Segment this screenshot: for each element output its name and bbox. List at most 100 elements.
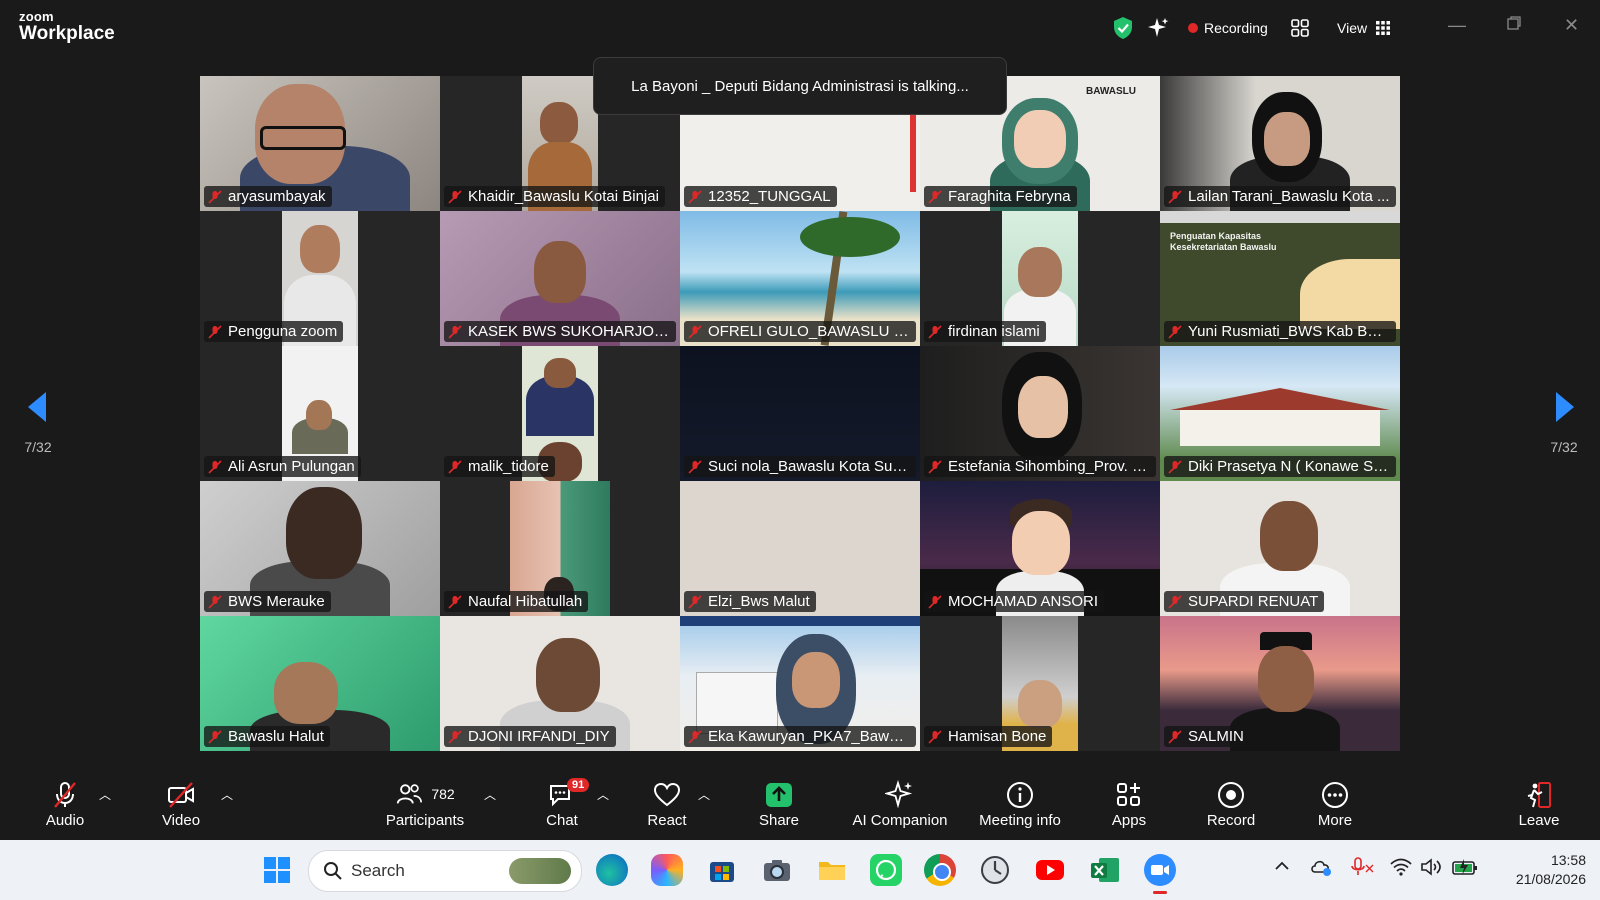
muted-mic-icon [928,459,942,474]
copilot-icon[interactable] [651,854,683,886]
participant-tile[interactable]: firdinan islami [920,211,1160,346]
file-explorer-icon[interactable] [816,854,848,886]
close-icon[interactable]: ✕ [1564,15,1579,36]
participant-tile[interactable]: Lailan Tarani_Bawaslu Kota ... [1160,76,1400,211]
view-button[interactable]: View [1337,14,1391,42]
taskbar-clock[interactable]: 13:58 21/08/2026 [1490,851,1586,889]
muted-mic-icon [688,594,702,609]
zoom-app-icon[interactable] [1144,854,1176,886]
microsoft-store-icon[interactable] [706,854,738,886]
chat-unread-badge: 91 [567,778,590,792]
participant-name: aryasumbayak [228,188,326,205]
edge-browser-icon[interactable] [596,854,628,886]
camera-icon[interactable] [761,854,793,886]
participant-tile[interactable]: Naufal Hibatullah [440,481,680,616]
muted-mic-icon [1168,324,1182,339]
restore-icon[interactable] [1506,15,1522,36]
participant-tile[interactable]: SUPARDI RENUAT [1160,481,1400,616]
active-speaker-notice: La Bayoni _ Deputi Bidang Administrasi i… [593,57,1007,115]
participant-tile[interactable]: DJONI IRFANDI_DIY [440,616,680,751]
next-page-button[interactable]: 7/32 [1544,390,1584,455]
info-icon [1007,781,1033,808]
microphone-in-use-icon[interactable] [1350,857,1374,880]
muted-mic-icon [688,729,702,744]
chat-options-chevron-icon[interactable]: ︿ [597,786,609,803]
react-button[interactable]: React [644,768,690,840]
record-button[interactable]: Record [1204,768,1258,840]
participant-tile[interactable]: BWS Merauke [200,481,440,616]
muted-mic-icon [1168,189,1182,204]
participant-name: SALMIN [1188,728,1244,745]
video-button[interactable]: Video [156,768,206,840]
participant-tile[interactable]: Pengguna zoom [200,211,440,346]
participants-options-chevron-icon[interactable]: ︿ [484,786,496,803]
muted-mic-icon [208,324,222,339]
participant-name: Estefania Sihombing_Prov. S... [948,458,1150,475]
whatsapp-icon[interactable] [870,854,902,886]
share-button[interactable]: Share [754,768,804,840]
prev-page-button[interactable]: 7/32 [18,390,58,455]
participant-tile[interactable]: Diki Prasetya N ( Konawe Se... [1160,346,1400,481]
more-button[interactable]: More [1310,768,1360,840]
windows-start-icon[interactable] [261,854,293,886]
participant-tile[interactable]: Penguatan Kapasitas Kesekretariatan Bawa… [1160,211,1400,346]
search-highlight-image [509,858,571,884]
arrow-left-icon [28,392,46,422]
participant-tile[interactable]: KASEK BWS SUKOHARJO J... [440,211,680,346]
muted-mic-icon [928,729,942,744]
participants-button[interactable]: 782 Participants [380,768,470,840]
meeting-info-button[interactable]: Meeting info [972,768,1068,840]
ai-companion-button[interactable]: AI Companion [852,768,948,840]
participant-tile[interactable]: Bawaslu Halut [200,616,440,751]
participant-name: Eka Kawuryan_PKA7_Bawasl... [708,728,910,745]
search-icon [324,862,342,880]
participant-gallery: aryasumbayak Khaidir_Bawaslu Kotai Binja… [200,76,1400,751]
youtube-icon[interactable] [1034,854,1066,886]
audio-options-chevron-icon[interactable]: ︿ [99,786,111,803]
muted-mic-icon [1168,594,1182,609]
leave-icon [1527,781,1551,808]
clock-app-icon[interactable] [979,854,1011,886]
arrow-right-icon [1556,392,1574,422]
participant-name: BWS Merauke [228,593,325,610]
muted-mic-icon [448,459,462,474]
chrome-icon[interactable] [924,854,956,886]
participant-tile[interactable]: MOCHAMAD ANSORI [920,481,1160,616]
title-bar: zoom Workplace Recording View — ✕ [0,0,1600,56]
active-app-indicator [1153,891,1167,894]
participant-tile[interactable]: Eka Kawuryan_PKA7_Bawasl... [680,616,920,751]
battery-charging-icon[interactable] [1452,857,1478,880]
volume-icon[interactable] [1420,857,1442,880]
wifi-icon[interactable] [1390,857,1412,880]
video-options-chevron-icon[interactable]: ︿ [221,786,233,803]
minimize-icon[interactable]: — [1448,15,1466,36]
apps-icon [1117,782,1140,806]
participant-tile[interactable]: Hamisan Bone [920,616,1160,751]
leave-button[interactable]: Leave [1516,768,1562,840]
participant-tile[interactable]: Ali Asrun Pulungan [200,346,440,481]
excel-icon[interactable] [1089,854,1121,886]
participant-tile[interactable]: malik_tidore [440,346,680,481]
tray-overflow-chevron-icon[interactable] [1274,858,1290,877]
gallery-grid-icon[interactable] [1290,14,1310,42]
clock-date: 21/08/2026 [1515,870,1586,887]
more-icon [1322,781,1348,808]
audio-button[interactable]: Audio [40,768,90,840]
sparkle-icon[interactable] [1148,14,1170,42]
recording-indicator[interactable]: Recording [1188,14,1268,42]
participant-tile[interactable]: OFRELI GULO_BAWASLU KA... [680,211,920,346]
participant-tile[interactable]: aryasumbayak [200,76,440,211]
participant-tile[interactable]: Estefania Sihombing_Prov. S... [920,346,1160,481]
muted-mic-icon [928,324,942,339]
react-options-chevron-icon[interactable]: ︿ [698,786,710,803]
participant-tile[interactable]: SALMIN [1160,616,1400,751]
participant-name: Bawaslu Halut [228,728,324,745]
shield-icon[interactable] [1112,14,1134,42]
taskbar-search[interactable]: Search [308,850,582,892]
participant-name: malik_tidore [468,458,549,475]
apps-button[interactable]: Apps [1106,768,1152,840]
participant-tile[interactable]: Elzi_Bws Malut [680,481,920,616]
muted-mic-icon [208,189,222,204]
cloud-sync-icon[interactable] [1310,857,1332,880]
participant-tile[interactable]: Suci nola_Bawaslu Kota Sun... [680,346,920,481]
